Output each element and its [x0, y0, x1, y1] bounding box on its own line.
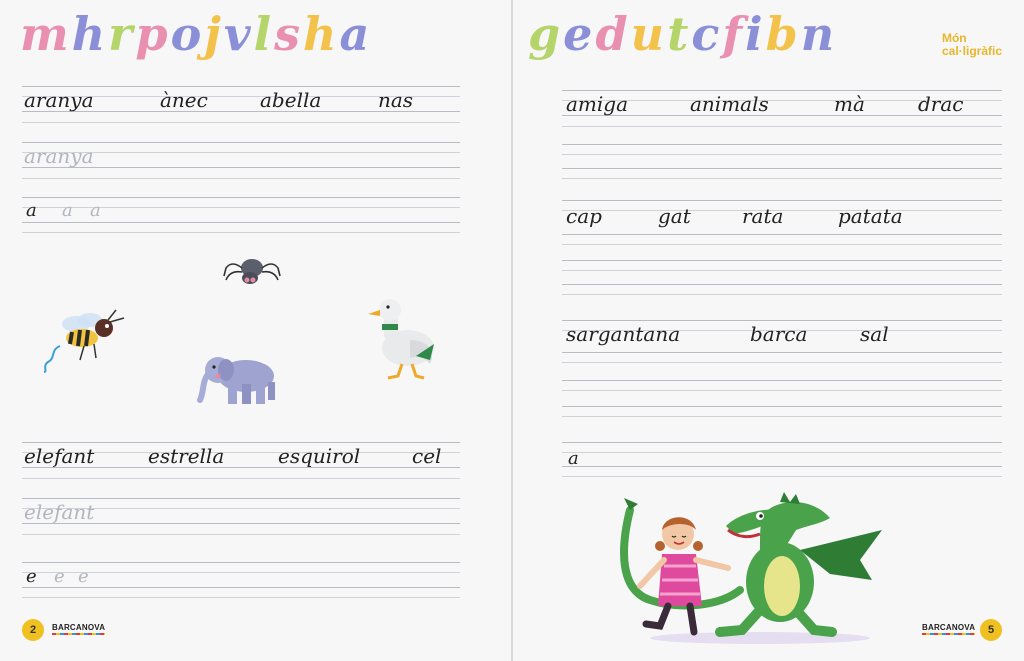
- word-cell: mà: [834, 92, 865, 116]
- bee-illustration: [43, 309, 125, 373]
- header-letter: f: [722, 7, 743, 61]
- letter-practice: e: [26, 566, 37, 587]
- trace-word: elefant: [24, 500, 95, 524]
- word-cell: abella: [260, 88, 322, 112]
- header-letter: j: [204, 7, 221, 61]
- header-letter: c: [691, 7, 720, 61]
- header-letter: u: [630, 7, 665, 61]
- word-cell: drac: [918, 92, 964, 116]
- word-cell: cap: [566, 204, 602, 228]
- letter-practice: a: [26, 200, 37, 221]
- page-number-right: 5: [980, 619, 1002, 641]
- header-letter: a: [339, 7, 370, 61]
- word-cell: animals: [690, 92, 769, 116]
- letter-practice: a: [568, 448, 579, 469]
- word-cell: cel: [412, 444, 442, 468]
- word-cell: amiga: [566, 92, 629, 116]
- book-title: Món cal·ligràfic: [942, 32, 1002, 58]
- girl-and-dragon-illustration: [620, 492, 882, 644]
- right-writing-block-4: a: [562, 440, 1002, 480]
- page-number-left: 2: [22, 619, 44, 641]
- word-cell: patata: [838, 204, 903, 228]
- header-letter: l: [253, 7, 272, 61]
- header-letter: v: [223, 7, 251, 61]
- word-cell: esquirol: [278, 444, 361, 468]
- word-cell: ànec: [160, 88, 208, 112]
- header-letter: g: [528, 7, 561, 61]
- left-writing-block-1: aranya ànec abella nas aranya a a a: [22, 84, 460, 244]
- word-cell: aranya: [24, 88, 94, 112]
- word-cell: gat: [658, 204, 691, 228]
- header-letter: e: [563, 7, 593, 61]
- left-writing-block-2: elefant estrella esquirol cel elefant e …: [22, 440, 460, 600]
- letter-practice: e: [54, 566, 65, 587]
- header-letter: t: [667, 7, 689, 61]
- right-writing-block-2: cap gat rata patata: [562, 196, 1002, 306]
- word-cell: sargantana: [566, 322, 681, 346]
- header-letter: r: [108, 7, 133, 61]
- header-letter: s: [274, 7, 301, 61]
- header-letter: o: [170, 7, 202, 61]
- elephant-illustration: [197, 357, 275, 404]
- letter-practice: a: [62, 200, 73, 221]
- word-cell: rata: [742, 204, 784, 228]
- trace-word: aranya: [24, 144, 94, 168]
- publisher-logo-right: BARCANOVA: [922, 623, 975, 635]
- header-letter: h: [303, 7, 337, 61]
- right-header-letters: gedutcfibn: [528, 4, 837, 68]
- header-letter: i: [745, 7, 763, 61]
- word-cell: elefant: [24, 444, 95, 468]
- header-letter: n: [800, 7, 835, 61]
- header-letter: b: [765, 7, 798, 61]
- letter-practice: e: [78, 566, 89, 587]
- book-title-line2: cal·ligràfic: [941, 44, 1002, 58]
- spider-illustration: [223, 259, 281, 284]
- word-cell: barca: [750, 322, 808, 346]
- right-writing-block-3: sargantana barca sal: [562, 318, 1002, 428]
- word-cell: estrella: [148, 444, 225, 468]
- word-cell: sal: [860, 322, 889, 346]
- word-cell: nas: [378, 88, 414, 112]
- header-letter: m: [20, 7, 69, 61]
- letter-practice: a: [90, 200, 101, 221]
- left-header-letters: mhrpojvlsha: [20, 4, 372, 68]
- duck-illustration: [368, 299, 434, 380]
- header-letter: h: [71, 7, 106, 61]
- right-writing-block-1: amiga animals mà drac: [562, 88, 1002, 188]
- header-letter: d: [595, 7, 628, 61]
- header-letter: p: [135, 7, 168, 61]
- publisher-logo-left: BARCANOVA: [52, 623, 105, 635]
